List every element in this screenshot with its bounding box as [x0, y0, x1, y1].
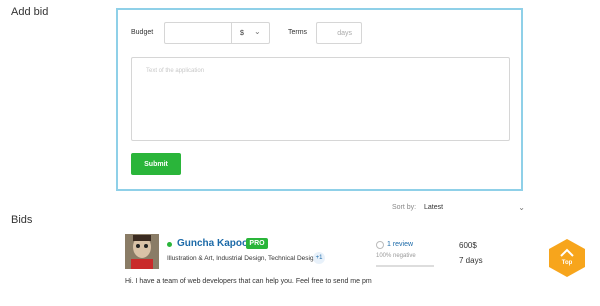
- currency-value: $: [240, 30, 244, 37]
- sort-control: Sort by: Latest ⌄: [392, 203, 525, 216]
- submit-button[interactable]: Submit: [131, 153, 181, 175]
- sort-select[interactable]: Latest ⌄: [424, 203, 525, 216]
- add-bid-form: Budget $ ⌄ Terms days Text of the applic…: [116, 8, 523, 191]
- sort-label: Sort by:: [392, 204, 417, 211]
- negative-rating: 100% negative: [376, 253, 416, 259]
- currency-select[interactable]: $ ⌄: [231, 22, 270, 44]
- bid-item: Guncha Kapoor PRO Illustration & Art, In…: [125, 234, 545, 294]
- budget-label: Budget: [131, 29, 154, 36]
- reviews-link[interactable]: 1 review: [387, 241, 413, 248]
- scroll-top-button[interactable]: Top: [547, 238, 587, 278]
- terms-placeholder: days: [337, 30, 352, 37]
- chevron-down-icon: ⌄: [518, 203, 525, 212]
- add-bid-title: Add bid: [11, 6, 49, 18]
- online-dot-icon: [167, 242, 172, 247]
- skills-list: Illustration & Art, Industrial Design, T…: [167, 255, 318, 262]
- textarea-placeholder: Text of the application: [146, 68, 205, 74]
- review-icon: [376, 241, 384, 249]
- user-name-link[interactable]: Guncha Kapoor: [177, 238, 252, 249]
- bids-title: Bids: [11, 214, 33, 226]
- hexagon-shape: [549, 239, 585, 277]
- terms-label: Terms: [288, 29, 308, 36]
- pro-badge: PRO: [246, 238, 268, 249]
- scroll-top-label: Top: [561, 260, 573, 266]
- bid-duration: 7 days: [459, 256, 483, 265]
- skills-more-badge[interactable]: +1: [313, 252, 325, 264]
- bid-message: Hi. I have a team of web developers that…: [125, 278, 372, 285]
- avatar[interactable]: [125, 234, 159, 269]
- sort-value: Latest: [424, 204, 444, 211]
- application-textarea[interactable]: Text of the application: [131, 57, 510, 141]
- chevron-down-icon: ⌄: [254, 27, 261, 36]
- bid-price: 600$: [459, 241, 477, 250]
- rating-bar: [376, 265, 434, 267]
- budget-input[interactable]: [164, 22, 232, 44]
- terms-input[interactable]: days: [316, 22, 362, 44]
